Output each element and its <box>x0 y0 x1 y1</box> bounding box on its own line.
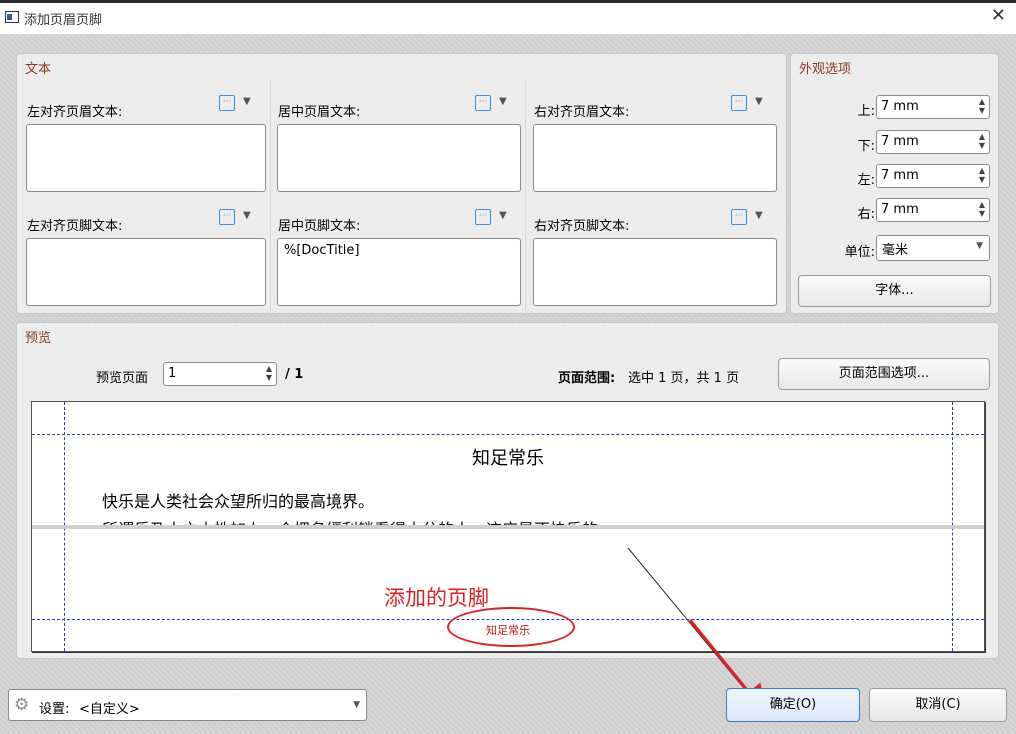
left-footer-macro-button[interactable]: ··· ▼ <box>217 208 261 228</box>
macro-icon: ··· <box>219 209 235 225</box>
margin-right-spinbox[interactable]: 7 mm ▲ ▼ <box>876 198 990 222</box>
ok-button[interactable]: 确定(O) <box>726 688 860 722</box>
preview-page-spinbox[interactable]: 1 ▲ ▼ <box>163 362 277 386</box>
margin-top-value: 7 mm <box>881 99 919 114</box>
center-footer-label: 居中页脚文本: <box>278 219 361 234</box>
annotation-ellipse <box>447 607 575 647</box>
chevron-down-icon: ▼ <box>499 210 507 221</box>
gear-icon: ⚙ <box>14 695 30 715</box>
unit-value: 毫米 <box>882 243 909 258</box>
margin-right-label: 右: <box>857 207 875 222</box>
center-header-label: 居中页眉文本: <box>278 105 361 120</box>
margin-top-label: 上: <box>857 104 875 119</box>
right-header-macro-button[interactable]: ··· ▼ <box>729 94 773 114</box>
center-footer-macro-button[interactable]: ··· ▼ <box>473 208 517 228</box>
right-footer-label: 右对齐页脚文本: <box>534 219 630 234</box>
left-header-macro-button[interactable]: ··· ▼ <box>217 94 261 114</box>
left-footer-textbox[interactable] <box>26 238 266 306</box>
preview-doc-line: 快乐是人类社会众望所归的最高境界。 <box>102 492 375 511</box>
spin-arrows-icon[interactable]: ▲ ▼ <box>979 97 985 115</box>
margin-bottom-spinbox[interactable]: 7 mm ▲ ▼ <box>876 130 990 154</box>
margin-left-spinbox[interactable]: 7 mm ▲ ▼ <box>876 164 990 188</box>
chevron-down-icon: ▼ <box>499 96 507 107</box>
page-range-options-button[interactable]: 页面范围选项... <box>778 358 990 390</box>
left-footer-label: 左对齐页脚文本: <box>27 219 123 234</box>
spin-arrows-icon[interactable]: ▲ ▼ <box>979 200 985 218</box>
title-bar: 添加页眉页脚 ✕ <box>0 0 1016 34</box>
text-panel-title: 文本 <box>25 62 52 77</box>
preview-page-value: 1 <box>168 366 177 381</box>
margin-right-value: 7 mm <box>881 202 919 217</box>
unit-select[interactable]: 毫米 ▼ <box>876 235 990 261</box>
margin-top-spinbox[interactable]: 7 mm ▲ ▼ <box>876 95 990 119</box>
chevron-down-icon: ▼ <box>755 210 763 221</box>
chevron-down-icon: ▼ <box>353 700 360 710</box>
column-divider <box>270 80 271 314</box>
preview-doc-title: 知足常乐 <box>472 448 544 469</box>
page-range-text: 选中 1 页，共 1 页 <box>628 371 740 386</box>
close-icon[interactable]: ✕ <box>991 5 1006 26</box>
settings-value: <自定义> <box>79 702 140 717</box>
center-header-textbox[interactable] <box>277 124 521 192</box>
chevron-down-icon: ▼ <box>976 241 983 251</box>
cancel-button[interactable]: 取消(C) <box>869 688 1007 722</box>
annotation-label: 添加的页脚 <box>384 586 489 610</box>
settings-select[interactable]: ⚙ 设置: <自定义> ▼ <box>8 689 367 721</box>
preview-page-break <box>32 525 984 529</box>
macro-icon: ··· <box>219 95 235 111</box>
chevron-down-icon: ▼ <box>755 96 763 107</box>
macro-icon: ··· <box>731 95 747 111</box>
macro-icon: ··· <box>475 95 491 111</box>
chevron-down-icon: ▼ <box>243 210 251 221</box>
right-header-label: 右对齐页眉文本: <box>534 105 630 120</box>
right-footer-macro-button[interactable]: ··· ▼ <box>729 208 773 228</box>
unit-label: 单位: <box>844 245 875 260</box>
page-range-label: 页面范围: <box>558 371 616 386</box>
spin-arrows-icon[interactable]: ▲ ▼ <box>266 364 272 382</box>
settings-label: 设置: <box>39 702 70 717</box>
spin-arrows-icon[interactable]: ▲ ▼ <box>979 166 985 184</box>
center-header-macro-button[interactable]: ··· ▼ <box>473 94 517 114</box>
window-app-icon <box>5 11 19 23</box>
window-title: 添加页眉页脚 <box>24 13 103 28</box>
macro-icon: ··· <box>475 209 491 225</box>
margin-left-value: 7 mm <box>881 168 919 183</box>
right-header-textbox[interactable] <box>533 124 777 192</box>
center-footer-textbox[interactable]: %[DocTitle] <box>277 238 521 306</box>
preview-page-total: / 1 <box>285 367 304 382</box>
macro-icon: ··· <box>731 209 747 225</box>
margin-bottom-label: 下: <box>857 139 875 154</box>
right-footer-textbox[interactable] <box>533 238 777 306</box>
font-button[interactable]: 字体... <box>798 275 991 307</box>
column-divider <box>525 80 526 314</box>
top-strip <box>0 0 1016 3</box>
margin-bottom-value: 7 mm <box>881 134 919 149</box>
appearance-panel-title: 外观选项 <box>799 62 852 77</box>
spin-arrows-icon[interactable]: ▲ ▼ <box>979 132 985 150</box>
preview-doc-line-cut: 所谓乐乃人之本性加上一个把名缰利锁看得十分的人，这应是不快乐的 <box>102 516 598 525</box>
left-header-textbox[interactable] <box>26 124 266 192</box>
margin-left-label: 左: <box>857 173 875 188</box>
preview-page-label: 预览页面 <box>96 371 149 386</box>
left-header-label: 左对齐页眉文本: <box>27 105 123 120</box>
chevron-down-icon: ▼ <box>243 96 251 107</box>
header-margin-guide <box>32 434 984 435</box>
preview-panel-title: 预览 <box>25 331 52 346</box>
